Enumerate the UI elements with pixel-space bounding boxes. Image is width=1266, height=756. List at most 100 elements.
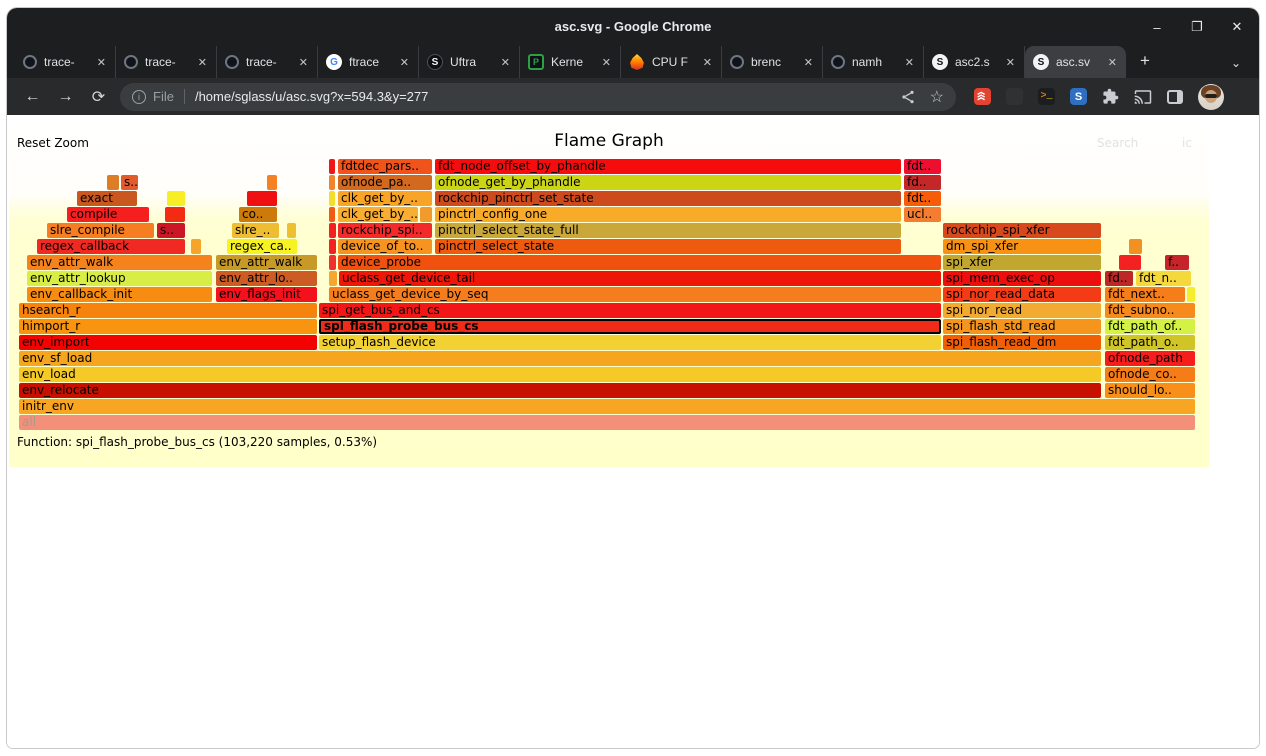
flame-frame-s-[interactable]: s.. (121, 175, 138, 190)
tab-close-icon[interactable]: ✕ (801, 54, 816, 71)
back-button[interactable]: ← (17, 82, 48, 112)
flame-frame-pinctrl-select-state[interactable]: pinctrl_select_state (435, 239, 901, 254)
flame-frame[interactable] (165, 207, 185, 222)
flame-frame-regex-ca-[interactable]: regex_ca.. (227, 239, 297, 254)
flame-frame-fd-[interactable]: fd.. (904, 175, 941, 190)
flame-frame-env-relocate[interactable]: env_relocate (19, 383, 1101, 398)
flame-frame-fdt-subno-[interactable]: fdt_subno.. (1105, 303, 1195, 318)
flame-frame[interactable] (1119, 255, 1141, 270)
reload-button[interactable]: ⟳ (83, 82, 114, 112)
tab-close-icon[interactable]: ✕ (397, 54, 412, 71)
tab-close-icon[interactable]: ✕ (1003, 54, 1018, 71)
flame-frame-rockchip-pinctrl-set-state[interactable]: rockchip_pinctrl_set_state (435, 191, 901, 206)
flame-frame-spi-nor-read[interactable]: spi_nor_read (943, 303, 1101, 318)
flame-frame-fdt-[interactable]: fdt.. (904, 159, 941, 174)
flame-frame-env-callback-init[interactable]: env_callback_init (27, 287, 212, 302)
flame-frame[interactable] (329, 255, 336, 270)
flame-frame[interactable] (247, 191, 277, 206)
flame-frame-rockchip-spi-[interactable]: rockchip_spi.. (338, 223, 432, 238)
terminal-extension-icon[interactable]: >_ (1038, 88, 1055, 105)
tab-trace-[interactable]: trace-✕ (116, 46, 217, 78)
flame-frame-should-lo-[interactable]: should_lo.. (1105, 383, 1195, 398)
flame-frame[interactable] (329, 223, 336, 238)
flame-frame[interactable] (329, 271, 337, 286)
flame-frame-rockchip-spi-xfer[interactable]: rockchip_spi_xfer (943, 223, 1101, 238)
tab-close-icon[interactable]: ✕ (599, 54, 614, 71)
flame-frame-compile[interactable]: compile (67, 207, 149, 222)
tab-cpu-f[interactable]: CPU F✕ (621, 46, 722, 78)
minimize-button[interactable]: – (1149, 20, 1165, 35)
todoist-extension-icon[interactable] (974, 88, 991, 105)
new-tab-button[interactable]: + (1132, 49, 1158, 75)
flame-frame-ucl-[interactable]: ucl.. (904, 207, 941, 222)
flame-frame-fd-[interactable]: fd.. (1105, 271, 1133, 286)
flame-frame-pinctrl-select-state-full[interactable]: pinctrl_select_state_full (435, 223, 901, 238)
tab-close-icon[interactable]: ✕ (902, 54, 917, 71)
tab-brenc[interactable]: brenc✕ (722, 46, 823, 78)
flame-frame-ofnode-path[interactable]: ofnode_path (1105, 351, 1195, 366)
flame-frame-env-import[interactable]: env_import (19, 335, 317, 350)
tab-uftra[interactable]: SUftra✕ (419, 46, 520, 78)
flame-frame-spl-flash-probe-bus-cs[interactable]: spl_flash_probe_bus_cs (319, 319, 941, 334)
flame-frame-himport-r[interactable]: himport_r (19, 319, 317, 334)
tab-trace-[interactable]: trace-✕ (217, 46, 318, 78)
tab-overflow-chevron-icon[interactable]: ⌄ (1231, 56, 1241, 70)
flame-frame-clk-get-by-[interactable]: clk_get_by_.. (338, 191, 432, 206)
flame-frame-spi-flash-read-dm[interactable]: spi_flash_read_dm (943, 335, 1101, 350)
cast-icon[interactable] (1134, 88, 1152, 106)
maximize-button[interactable]: ❐ (1189, 19, 1205, 35)
tab-close-icon[interactable]: ✕ (94, 54, 109, 71)
tab-close-icon[interactable]: ✕ (195, 54, 210, 71)
flame-frame[interactable] (267, 175, 277, 190)
flame-frame-pinctrl-config-one[interactable]: pinctrl_config_one (435, 207, 901, 222)
flame-frame-exact[interactable]: exact (77, 191, 137, 206)
flame-frame-fdt-path-o-[interactable]: fdt_path_o.. (1105, 335, 1195, 350)
extensions-puzzle-icon[interactable] (1102, 88, 1119, 105)
flame-frame-f-[interactable]: f.. (1165, 255, 1189, 270)
tab-ftrace[interactable]: Gftrace✕ (318, 46, 419, 78)
search-button[interactable]: Search (1097, 136, 1138, 150)
flame-frame-hsearch-r[interactable]: hsearch_r (19, 303, 317, 318)
side-panel-icon[interactable] (1167, 90, 1183, 104)
tab-close-icon[interactable]: ✕ (1105, 54, 1120, 71)
dark-extension-icon[interactable] (1006, 88, 1023, 105)
flame-frame-clk-get-by-[interactable]: clk_get_by_.. (338, 207, 418, 222)
flame-frame-device-of-to-[interactable]: device_of_to.. (338, 239, 432, 254)
flame-frame[interactable] (329, 239, 336, 254)
flame-frame[interactable] (1129, 239, 1142, 254)
flame-frame-uclass-get-device-by-seq[interactable]: uclass_get_device_by_seq (329, 287, 941, 302)
flame-frame[interactable] (287, 223, 296, 238)
flame-frame-slre-compile[interactable]: slre_compile (47, 223, 154, 238)
flame-frame[interactable] (167, 191, 185, 206)
flame-frame[interactable] (329, 191, 335, 206)
flame-frame-fdt-path-of-[interactable]: fdt_path_of.. (1105, 319, 1195, 334)
s-extension-icon[interactable]: S (1070, 88, 1087, 105)
flame-frame-env-load[interactable]: env_load (19, 367, 1101, 382)
flame-frame-co-[interactable]: co.. (239, 207, 277, 222)
flame-frame-uclass-get-device-tail[interactable]: uclass_get_device_tail (339, 271, 941, 286)
share-icon[interactable] (900, 89, 916, 105)
tab-trace-[interactable]: trace-✕ (15, 46, 116, 78)
flame-frame[interactable] (420, 207, 432, 222)
flame-frame-regex-callback[interactable]: regex_callback (37, 239, 185, 254)
address-bar[interactable]: i File /home/sglass/u/asc.svg?x=594.3&y=… (120, 83, 956, 111)
flame-frame-ofnode-get-by-phandle[interactable]: ofnode_get_by_phandle (435, 175, 901, 190)
chrome-menu-icon[interactable]: ⋮ (1253, 88, 1259, 106)
tab-asc2-s[interactable]: Sasc2.s✕ (924, 46, 1025, 78)
profile-avatar[interactable] (1198, 84, 1224, 110)
tab-close-icon[interactable]: ✕ (498, 54, 513, 71)
flame-frame-spi-nor-read-data[interactable]: spi_nor_read_data (943, 287, 1101, 302)
flame-frame-env-flags-init[interactable]: env_flags_init (216, 287, 317, 302)
forward-button[interactable]: → (50, 82, 81, 112)
url-text[interactable]: /home/sglass/u/asc.svg?x=594.3&y=277 (195, 89, 886, 104)
flame-frame-spi-flash-std-read[interactable]: spi_flash_std_read (943, 319, 1101, 334)
flame-frame-fdtdec-pars-[interactable]: fdtdec_pars.. (338, 159, 432, 174)
flame-frame-setup-flash-device[interactable]: setup_flash_device (319, 335, 941, 350)
flame-frame-slre-[interactable]: slre_.. (232, 223, 279, 238)
flame-frame-env-attr-walk[interactable]: env_attr_walk (216, 255, 317, 270)
info-icon[interactable]: i (132, 90, 146, 104)
flame-frame-env-sf-load[interactable]: env_sf_load (19, 351, 1101, 366)
flame-frame-fdt-node-offset-by-phandle[interactable]: fdt_node_offset_by_phandle (435, 159, 901, 174)
flame-frame-env-attr-lo-[interactable]: env_attr_lo.. (216, 271, 317, 286)
ignore-case-button[interactable]: ic (1182, 136, 1192, 150)
